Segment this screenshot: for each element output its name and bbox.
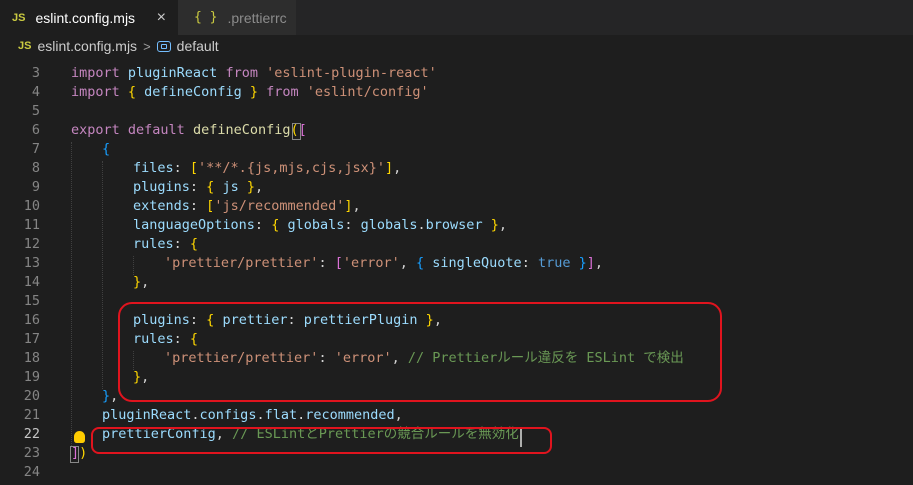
breadcrumb: JS eslint.config.mjs > default	[0, 35, 913, 57]
code-line: 14 },	[0, 273, 913, 292]
line-code: import pluginReact from 'eslint-plugin-r…	[71, 65, 437, 81]
line-number: 7	[31, 141, 40, 157]
line-code: plugins: { js },	[133, 179, 264, 195]
code-line: 6 export default defineConfig([	[0, 121, 913, 140]
line-number: 19	[23, 369, 40, 385]
line-number: 21	[23, 407, 40, 423]
highlight-box-prettier-config	[118, 302, 722, 402]
line-number: 17	[23, 331, 40, 347]
line-number: 16	[23, 312, 40, 328]
breadcrumb-file[interactable]: eslint.config.mjs	[37, 38, 137, 54]
code-editor[interactable]: 3 import pluginReact from 'eslint-plugin…	[0, 57, 913, 485]
line-number: 11	[23, 217, 40, 233]
breadcrumb-symbol[interactable]: default	[177, 38, 219, 54]
tab-bar: JS eslint.config.mjs × { } .prettierrc	[0, 0, 913, 35]
code-line: 12 rules: {	[0, 235, 913, 254]
code-line: 3 import pluginReact from 'eslint-plugin…	[0, 64, 913, 83]
line-code: files: ['**/*.{js,mjs,cjs,jsx}'],	[133, 160, 402, 176]
lightbulb-icon[interactable]	[74, 431, 85, 443]
javascript-file-icon: JS	[12, 11, 26, 24]
tab-prettierrc[interactable]: { } .prettierrc	[178, 0, 296, 35]
line-number: 12	[23, 236, 40, 252]
line-number: 6	[31, 122, 40, 138]
line-code: {	[102, 141, 111, 157]
line-code: rules: {	[133, 236, 199, 252]
symbol-variable-icon	[156, 40, 171, 52]
line-code: import { defineConfig } from 'eslint/con…	[71, 84, 429, 100]
line-code: languageOptions: { globals: globals.brow…	[133, 217, 507, 233]
line-number: 23	[23, 445, 40, 461]
line-code: 'prettier/prettier': ['error', { singleQ…	[164, 255, 604, 271]
tab-eslint-config[interactable]: JS eslint.config.mjs ×	[0, 0, 178, 35]
line-number: 3	[31, 65, 40, 81]
line-number: 4	[31, 84, 40, 100]
tab-label: .prettierrc	[227, 9, 287, 26]
line-number: 8	[31, 160, 40, 176]
code-line: 10 extends: ['js/recommended'],	[0, 197, 913, 216]
code-line: 7 {	[0, 140, 913, 159]
line-number: 22	[23, 426, 40, 442]
bracket-match-highlight	[70, 446, 79, 463]
code-line: 9 plugins: { js },	[0, 178, 913, 197]
line-code: },	[102, 388, 119, 404]
line-code: },	[133, 274, 150, 290]
text-cursor	[520, 429, 522, 447]
line-code: pluginReact.configs.flat.recommended,	[102, 407, 403, 423]
line-number: 5	[31, 103, 40, 119]
line-number: 18	[23, 350, 40, 366]
tab-label: eslint.config.mjs	[35, 9, 136, 26]
code-line: 21 pluginReact.configs.flat.recommended,	[0, 406, 913, 425]
line-code: export default defineConfig([	[71, 122, 307, 138]
line-number: 15	[23, 293, 40, 309]
code-line: 8 files: ['**/*.{js,mjs,cjs,jsx}'],	[0, 159, 913, 178]
javascript-file-icon: JS	[18, 40, 32, 52]
code-line: 5	[0, 102, 913, 121]
json-file-icon: { }	[194, 10, 218, 25]
code-line: 11 languageOptions: { globals: globals.b…	[0, 216, 913, 235]
chevron-right-icon: >	[143, 38, 151, 54]
code-line: 4 import { defineConfig } from 'eslint/c…	[0, 83, 913, 102]
line-number: 13	[23, 255, 40, 271]
code-line: 13 'prettier/prettier': ['error', { sing…	[0, 254, 913, 273]
line-number: 24	[23, 464, 40, 480]
line-number: 10	[23, 198, 40, 214]
line-number: 9	[31, 179, 40, 195]
code-line: 24	[0, 463, 913, 482]
bracket-match-highlight	[292, 123, 301, 140]
close-icon[interactable]: ×	[157, 9, 166, 27]
line-number: 20	[23, 388, 40, 404]
highlight-box-prettier-config-line	[91, 427, 552, 454]
line-number: 14	[23, 274, 40, 290]
line-code: extends: ['js/recommended'],	[133, 198, 361, 214]
